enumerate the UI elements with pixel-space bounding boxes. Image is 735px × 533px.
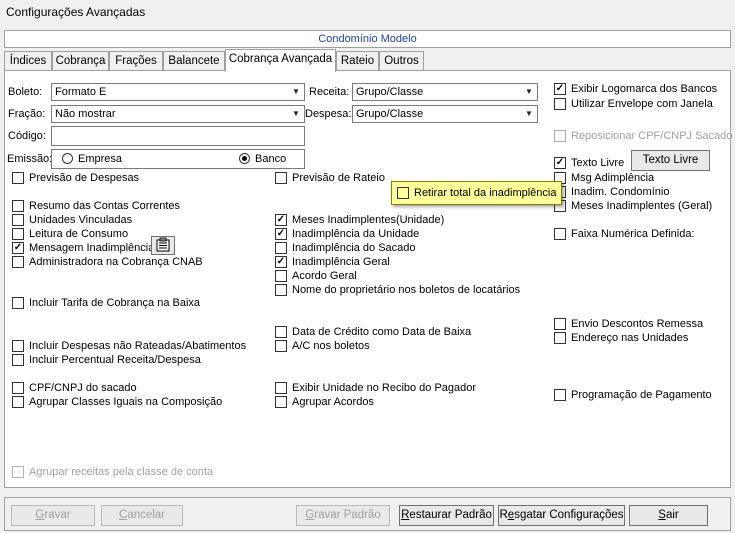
fracao-select[interactable]: Não mostrar ▼	[51, 105, 305, 123]
chevron-down-icon[interactable]: ▼	[522, 107, 536, 121]
check-icon: ✓	[12, 242, 24, 254]
tab-indices[interactable]: Índices	[4, 51, 52, 71]
boleto-value: Formato E	[55, 86, 107, 98]
gravar-button[interactable]: Gravar	[11, 505, 95, 526]
emissao-label: Emissão:	[7, 153, 53, 165]
restaurar-padrao-button[interactable]: Restaurar Padrão	[399, 505, 494, 526]
tooltip-text: Retirar total da inadimplência	[414, 187, 557, 199]
check-icon: ✓	[275, 228, 287, 240]
tab-rateio[interactable]: Rateio	[336, 51, 379, 71]
check-icon: ✓	[275, 256, 287, 268]
fracao-value: Não mostrar	[55, 108, 116, 120]
retirar-total-checkbox[interactable]	[397, 187, 409, 199]
window-title: Configurações Avançadas	[6, 5, 146, 19]
emissao-radio-group: Empresa Banco	[51, 149, 305, 169]
tab-cobranca[interactable]: Cobrança	[52, 51, 109, 71]
fracao-label: Fração:	[8, 108, 46, 120]
receita-label: Receita:	[309, 86, 350, 98]
codigo-input[interactable]	[51, 126, 305, 146]
emissao-banco-radio[interactable]	[239, 153, 250, 164]
retirar-total-tooltip[interactable]: Retirar total da inadimplência	[391, 181, 562, 205]
check-icon: ✓	[554, 83, 566, 95]
emissao-banco-label: Banco	[255, 153, 287, 165]
receita-value: Grupo/Classe	[356, 86, 424, 98]
texto-livre-button[interactable]: Texto Livre	[631, 150, 710, 171]
despesa-select[interactable]: Grupo/Classe ▼	[352, 105, 538, 123]
tab-outros[interactable]: Outros	[379, 51, 424, 71]
boleto-select[interactable]: Formato E ▼	[51, 83, 305, 101]
despesa-value: Grupo/Classe	[356, 108, 424, 120]
notepad-icon	[156, 237, 170, 252]
check-icon: ✓	[554, 157, 566, 169]
sair-button[interactable]: Sair	[629, 505, 708, 526]
emissao-empresa-label: Empresa	[78, 153, 123, 165]
despesa-label: Despesa:	[305, 108, 352, 120]
cancelar-button[interactable]: Cancelar	[101, 505, 183, 526]
cobranca-avancada-panel: Boleto: Formato E ▼ Receita: Grupo/Class…	[4, 70, 732, 488]
tab-cobranca-avancada[interactable]: Cobrança Avançada	[225, 49, 336, 72]
gravar-padrao-button[interactable]: Gravar Padrão	[296, 505, 390, 526]
tab-balancete[interactable]: Balancete	[163, 51, 225, 71]
chevron-down-icon[interactable]: ▼	[289, 107, 303, 121]
chevron-down-icon[interactable]: ▼	[289, 85, 303, 99]
edit-message-button[interactable]	[151, 236, 175, 255]
tab-fracoes[interactable]: Frações	[109, 51, 163, 71]
check-icon: ✓	[275, 214, 287, 226]
receita-select[interactable]: Grupo/Classe ▼	[352, 83, 538, 101]
codigo-label: Código:	[8, 130, 46, 142]
chevron-down-icon[interactable]: ▼	[522, 85, 536, 99]
footer-bar: Gravar Cancelar Gravar Padrão Restaurar …	[4, 497, 731, 531]
resgatar-configuracoes-button[interactable]: Resgatar Configurações	[498, 505, 625, 526]
emissao-empresa-radio[interactable]	[62, 153, 73, 164]
condominio-banner: Condomínio Modelo	[4, 30, 731, 48]
boleto-label: Boleto:	[8, 86, 43, 98]
